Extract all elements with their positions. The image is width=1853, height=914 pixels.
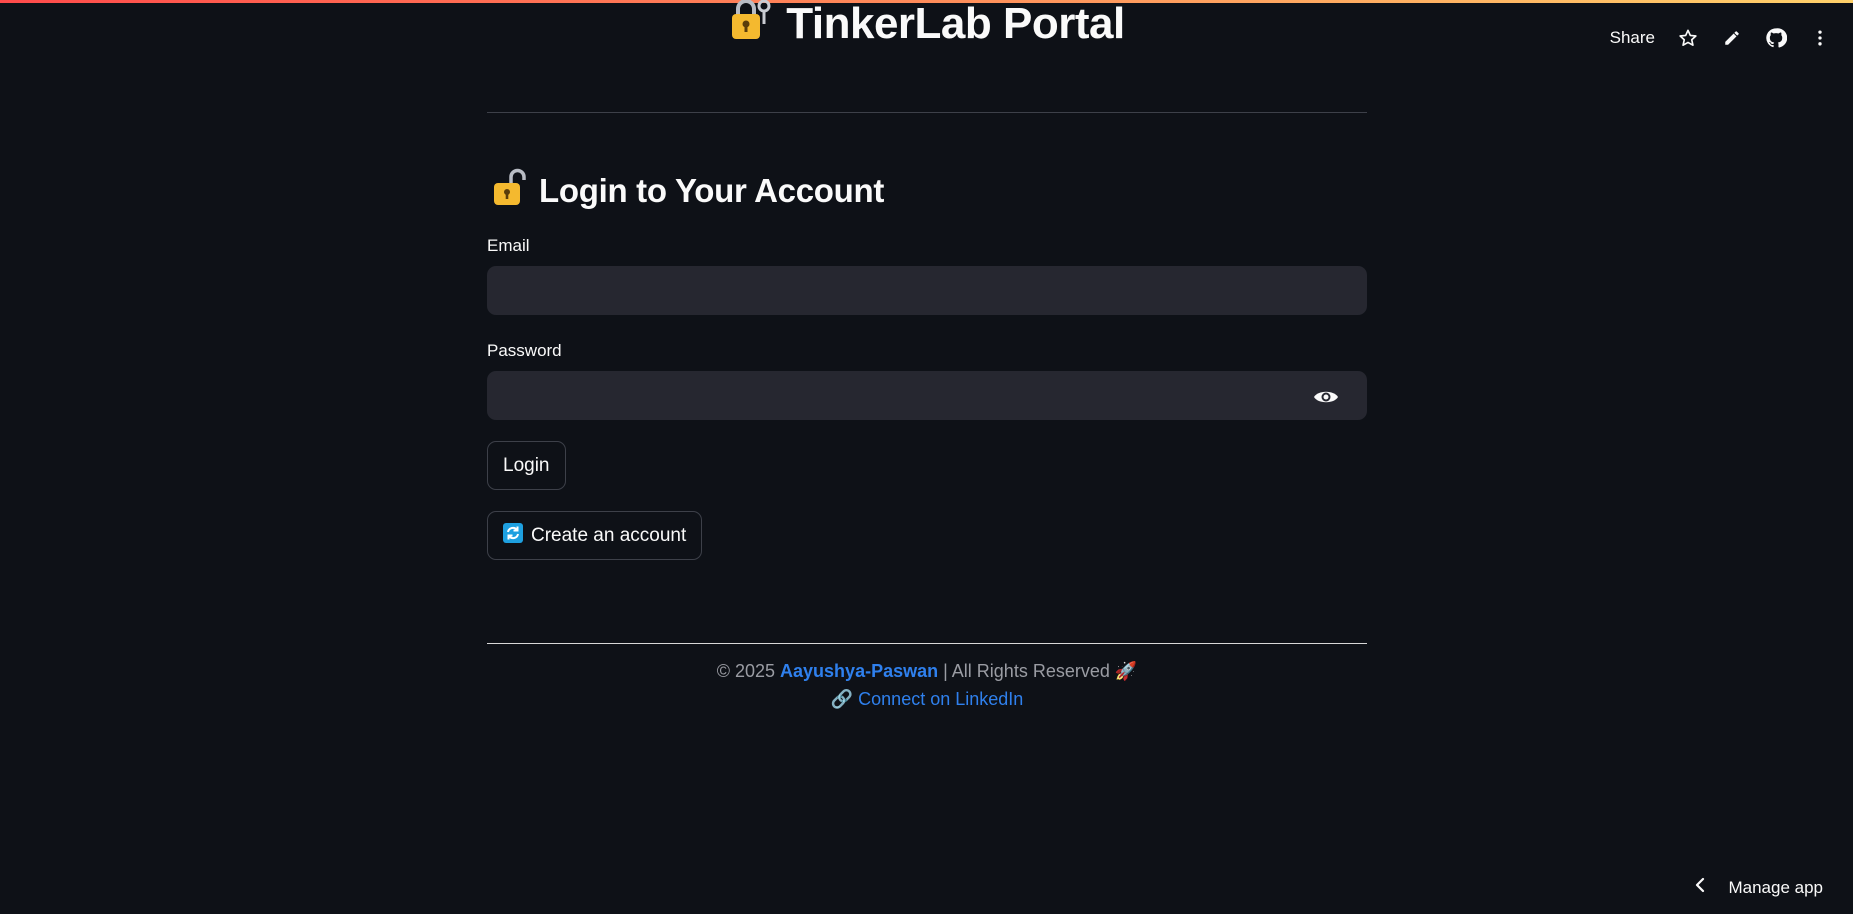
login-button-label: Login bbox=[503, 454, 550, 476]
divider bbox=[487, 112, 1367, 113]
app-header: TinkerLab Portal bbox=[0, 0, 1853, 50]
eye-icon[interactable] bbox=[1311, 382, 1341, 412]
login-heading-text: Login to Your Account bbox=[539, 172, 885, 209]
password-field[interactable] bbox=[487, 371, 1367, 420]
password-label: Password bbox=[487, 341, 562, 360]
app-title-text: TinkerLab Portal bbox=[786, 0, 1125, 48]
lock-with-key-icon bbox=[728, 0, 772, 52]
manage-app-label: Manage app bbox=[1728, 877, 1823, 897]
copyright-line: © 2025 Aayushya-Paswan | All Rights Rese… bbox=[487, 661, 1367, 682]
page-title: TinkerLab Portal bbox=[728, 0, 1125, 52]
more-vertical-icon[interactable] bbox=[1809, 27, 1831, 49]
top-toolbar: Share bbox=[1610, 22, 1831, 54]
unlocked-padlock-icon bbox=[491, 168, 527, 214]
copyright-prefix: © 2025 bbox=[716, 661, 781, 681]
linkedin-line: 🔗 Connect on LinkedIn bbox=[487, 689, 1367, 710]
pencil-icon[interactable] bbox=[1721, 27, 1743, 49]
copyright-suffix: | All Rights Reserved 🚀 bbox=[938, 661, 1138, 681]
footer-divider bbox=[487, 643, 1367, 644]
login-heading: Login to Your Account bbox=[491, 168, 884, 214]
create-account-label: Create an account bbox=[531, 524, 687, 546]
share-button[interactable]: Share bbox=[1610, 28, 1655, 48]
github-icon[interactable] bbox=[1765, 27, 1787, 49]
login-button[interactable]: Login bbox=[487, 441, 566, 490]
linkedin-link[interactable]: Connect on LinkedIn bbox=[858, 689, 1023, 709]
email-field[interactable] bbox=[487, 266, 1367, 315]
email-label: Email bbox=[487, 236, 530, 255]
create-account-button[interactable]: Create an account bbox=[487, 511, 703, 560]
refresh-arrows-icon bbox=[503, 522, 523, 549]
author-link[interactable]: Aayushya-Paswan bbox=[780, 661, 938, 681]
manage-app-button[interactable]: Manage app bbox=[1694, 877, 1823, 898]
star-icon[interactable] bbox=[1677, 27, 1699, 49]
chevron-left-icon bbox=[1694, 877, 1706, 898]
link-icon: 🔗 bbox=[830, 689, 854, 709]
